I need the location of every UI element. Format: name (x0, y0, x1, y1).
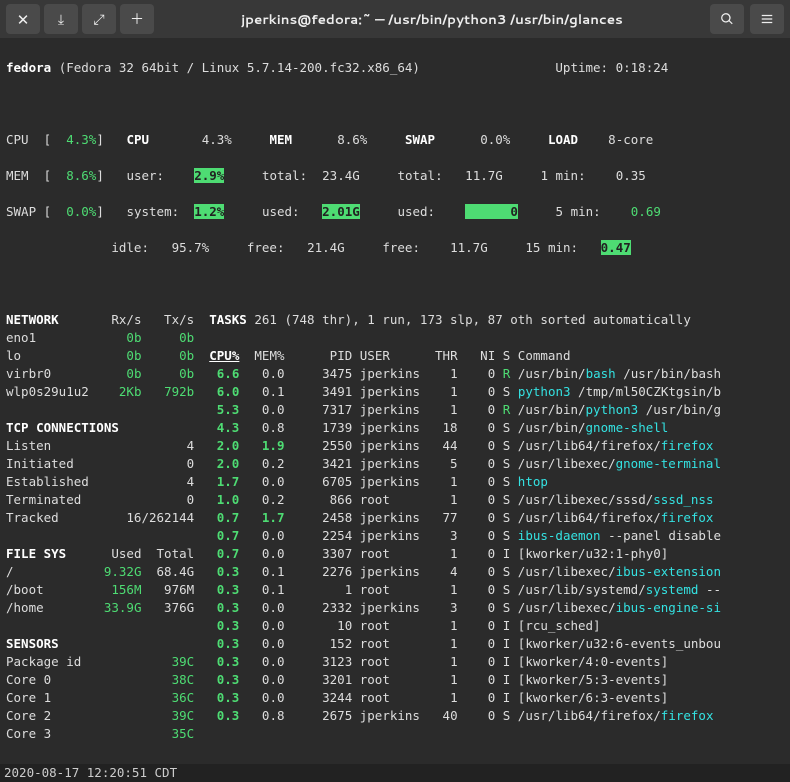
titlebar: ✕ ⤓ ⤢ ＋ jperkins@fedora:~ — /usr/bin/pyt… (0, 0, 790, 38)
mem-used-label: used: (262, 204, 300, 219)
fullscreen-button[interactable]: ⤢ (82, 4, 116, 34)
term-line: TCP CONNECTIONS 4.3 0.8 1739 jperkins 18… (6, 419, 784, 437)
download-icon: ⤓ (58, 9, 64, 29)
term-line: / 9.32G 68.4G 0.3 0.1 2276 jperkins 4 0 … (6, 563, 784, 581)
term-line: Established 4 1.7 0.0 6705 jperkins 1 0 … (6, 473, 784, 491)
mem-used-value: 2.01G (322, 204, 360, 219)
term-line: SENSORS 0.3 0.0 152 root 1 0 I [kworker/… (6, 635, 784, 653)
term-line: Terminated 0 1.0 0.2 866 root 1 0 S /usr… (6, 491, 784, 509)
swap-used-value: 0 (510, 204, 518, 219)
cpu-sys-label: system: (126, 204, 179, 219)
mem-bar-value: 8.6% (66, 168, 96, 183)
status-bar-text: 2020-08-17 12:20:51 CDT (4, 765, 177, 780)
hostname: fedora (6, 60, 51, 75)
term-line: Tracked 16/262144 0.7 1.7 2458 jperkins … (6, 509, 784, 527)
search-button[interactable] (710, 4, 744, 34)
summary-cpu-label: CPU (126, 132, 149, 147)
load-1-value: 0.35 (616, 168, 646, 183)
mem-total-label: total: (262, 168, 307, 183)
close-icon: ✕ (17, 9, 30, 30)
os-string: (Fedora 32 64bit / Linux 5.7.14-200.fc32… (59, 60, 420, 75)
swap-used-label: used: (397, 204, 435, 219)
load-1-label: 1 min: (540, 168, 585, 183)
term-line: Core 1 36C 0.3 0.0 3244 root 1 0 I [kwor… (6, 689, 784, 707)
term-line: Core 0 38C 0.3 0.0 3201 root 1 0 I [kwor… (6, 671, 784, 689)
term-line: FILE SYS Used Total 0.7 0.0 3307 root 1 … (6, 545, 784, 563)
load-15-label: 15 min: (525, 240, 578, 255)
menu-icon (760, 12, 774, 26)
term-line: Core 3 35C (6, 725, 784, 743)
term-line: Listen 4 2.0 1.9 2550 jperkins 44 0 S /u… (6, 437, 784, 455)
swap-bar-label: SWAP [ (6, 204, 51, 219)
term-line: Core 2 39C 0.3 0.8 2675 jperkins 40 0 S … (6, 707, 784, 725)
terminal-output[interactable]: fedora (Fedora 32 64bit / Linux 5.7.14-2… (0, 38, 790, 764)
summary-load-label: LOAD (548, 132, 578, 147)
cpu-user-value: 2.9% (194, 168, 224, 183)
load-15-value: 0.47 (601, 240, 631, 255)
new-tab-button[interactable]: ＋ (120, 4, 154, 34)
summary-cpu-pct: 4.3% (202, 132, 232, 147)
cpu-bar-value: 4.3% (66, 132, 96, 147)
mem-free-label: free: (247, 240, 285, 255)
swap-total-label: total: (397, 168, 442, 183)
mem-bar-label: MEM [ (6, 168, 51, 183)
term-line: virbr0 0b 0b 6.6 0.0 3475 jperkins 1 0 R… (6, 365, 784, 383)
window-title: jperkins@fedora:~ — /usr/bin/python3 /us… (158, 10, 706, 29)
summary-swap-label: SWAP (405, 132, 435, 147)
cpu-idle-label: idle: (111, 240, 149, 255)
summary-mem-label: MEM (269, 132, 292, 147)
term-line: Package id 39C 0.3 0.0 3123 root 1 0 I [… (6, 653, 784, 671)
term-line: NETWORK Rx/s Tx/s TASKS 261 (748 thr), 1… (6, 311, 784, 329)
search-icon (720, 12, 734, 26)
plus-icon: ＋ (130, 9, 144, 29)
summary-mem-pct: 8.6% (337, 132, 367, 147)
summary-load-core: 8-core (608, 132, 653, 147)
save-button[interactable]: ⤓ (44, 4, 78, 34)
term-line: 5.3 0.0 7317 jperkins 1 0 R /usr/bin/pyt… (6, 401, 784, 419)
swap-bar-value: 0.0% (66, 204, 96, 219)
term-line: /home 33.9G 376G 0.3 0.0 2332 jperkins 3… (6, 599, 784, 617)
term-line: wlp0s29u1u2 2Kb 792b 6.0 0.1 3491 jperki… (6, 383, 784, 401)
expand-icon: ⤢ (93, 9, 104, 29)
close-button[interactable]: ✕ (6, 4, 40, 34)
cpu-idle-value: 95.7% (172, 240, 210, 255)
swap-free-label: free: (382, 240, 420, 255)
mem-total-value: 23.4G (322, 168, 360, 183)
menu-button[interactable] (750, 4, 784, 34)
summary-swap-pct: 0.0% (480, 132, 510, 147)
term-line: lo 0b 0b CPU% MEM% PID USER THR NI S Com… (6, 347, 784, 365)
term-line: /boot 156M 976M 0.3 0.1 1 root 1 0 S /us… (6, 581, 784, 599)
term-line: eno1 0b 0b (6, 329, 784, 347)
mem-free-value: 21.4G (307, 240, 345, 255)
swap-free-value: 11.7G (450, 240, 488, 255)
cpu-sys-value: 1.2% (194, 204, 224, 219)
term-line: Initiated 0 2.0 0.2 3421 jperkins 5 0 S … (6, 455, 784, 473)
swap-total-value: 11.7G (465, 168, 503, 183)
load-5-label: 5 min: (556, 204, 601, 219)
load-5-value: 0.69 (631, 204, 661, 219)
term-line: 0.7 0.0 2254 jperkins 3 0 S ibus-daemon … (6, 527, 784, 545)
term-line: 0.3 0.0 10 root 1 0 I [rcu_sched] (6, 617, 784, 635)
status-bar: 2020-08-17 12:20:51 CDT (0, 764, 790, 782)
cpu-bar-label: CPU [ (6, 132, 51, 147)
uptime-label: Uptime: (555, 60, 608, 75)
cpu-user-label: user: (126, 168, 164, 183)
uptime-value: 0:18:24 (616, 60, 669, 75)
